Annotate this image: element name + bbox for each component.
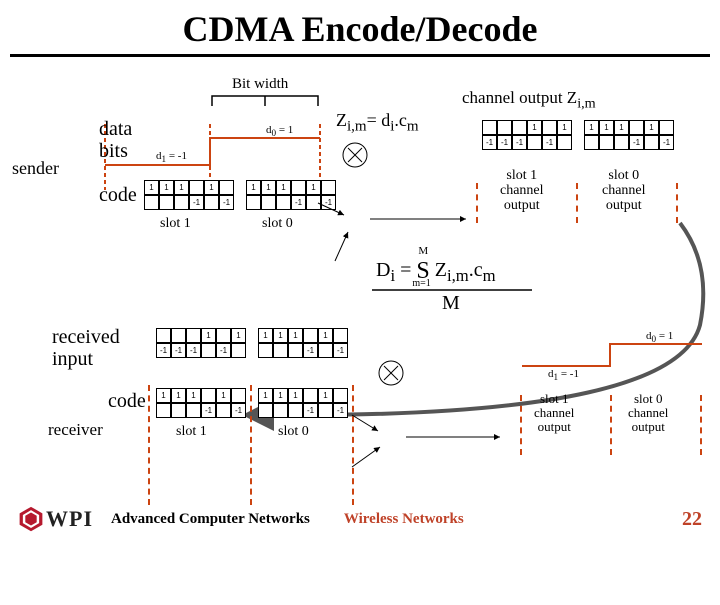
bit-width-bracket [210, 94, 320, 113]
sender-code-slot1-top: 1111 [144, 180, 234, 195]
receiver-label: receiver [48, 420, 103, 440]
chanout-slot0-bot: -1-1 [584, 135, 674, 150]
code-label-receiver: code [108, 390, 146, 413]
zim-formula: Zi,m= di.cm [336, 110, 419, 136]
data-bits-label: data bits [99, 118, 132, 162]
recv-slot1-chanout: slot 1 channel output [534, 392, 574, 434]
received-input-label: received input [52, 326, 120, 370]
recv-slot0-bot: -1-1 [258, 343, 348, 358]
bit-width-label: Bit width [232, 76, 288, 93]
recv-slot0-label: slot 0 [278, 424, 309, 440]
recv-slot0-top: 1111 [258, 328, 348, 343]
sender-code-slot0-bot: -1-1 [246, 195, 336, 210]
chanout-slot1-bot: -1-1-1-1 [482, 135, 572, 150]
wpi-text: WPI [46, 506, 93, 532]
recv-code-slot1-bot: -1-1 [156, 403, 246, 418]
wpi-seal-icon [18, 506, 44, 532]
sender-code-slot1-bot: -1-1 [144, 195, 234, 210]
channel-output-label: channel output Zi,m [462, 88, 596, 112]
sender-label: sender [12, 158, 59, 179]
chanout-slot0-top: 1111 [584, 120, 674, 135]
recv-slot1-bot: -1-1-1-1 [156, 343, 246, 358]
recv-slot1-top: 11 [156, 328, 246, 343]
wpi-logo: WPI [18, 506, 93, 532]
di-formula: Di = M S m=1 Zi,m.cm [376, 258, 496, 286]
slot0-chanout-label: slot 0 channel output [602, 168, 646, 213]
recv-slot0-chanout: slot 0 channel output [628, 392, 668, 434]
footer-left: Advanced Computer Networks [111, 511, 310, 528]
chanout-slot1-top: 11 [482, 120, 572, 135]
sender-code-slot0-top: 1111 [246, 180, 336, 195]
footer-right: Wireless Networks [344, 511, 464, 528]
d0-label: d0 = 1 [266, 124, 293, 138]
sender-slot0-label: slot 0 [262, 216, 293, 232]
recv-code-slot0-top: 1111 [258, 388, 348, 403]
recv-slot1-label: slot 1 [176, 424, 207, 440]
page-number: 22 [682, 508, 702, 531]
recv-d0-label: d0 = 1 [646, 330, 673, 344]
footer: WPI Advanced Computer Networks Wireless … [0, 506, 720, 532]
d1-label: d1 = -1 [156, 150, 187, 164]
code-label-sender: code [99, 184, 137, 207]
multiply-icon [340, 140, 370, 175]
sender-slot1-label: slot 1 [160, 216, 191, 232]
recv-code-slot0-bot: -1-1 [258, 403, 348, 418]
title-rule [10, 54, 710, 57]
receiver-multiply-icon [376, 358, 406, 393]
page-title: CDMA Encode/Decode [0, 0, 720, 54]
recv-code-slot1-top: 1111 [156, 388, 246, 403]
slot1-chanout-label: slot 1 channel output [500, 168, 544, 213]
big-m: M [442, 292, 460, 315]
recv-d1-label: d1 = -1 [548, 368, 579, 382]
